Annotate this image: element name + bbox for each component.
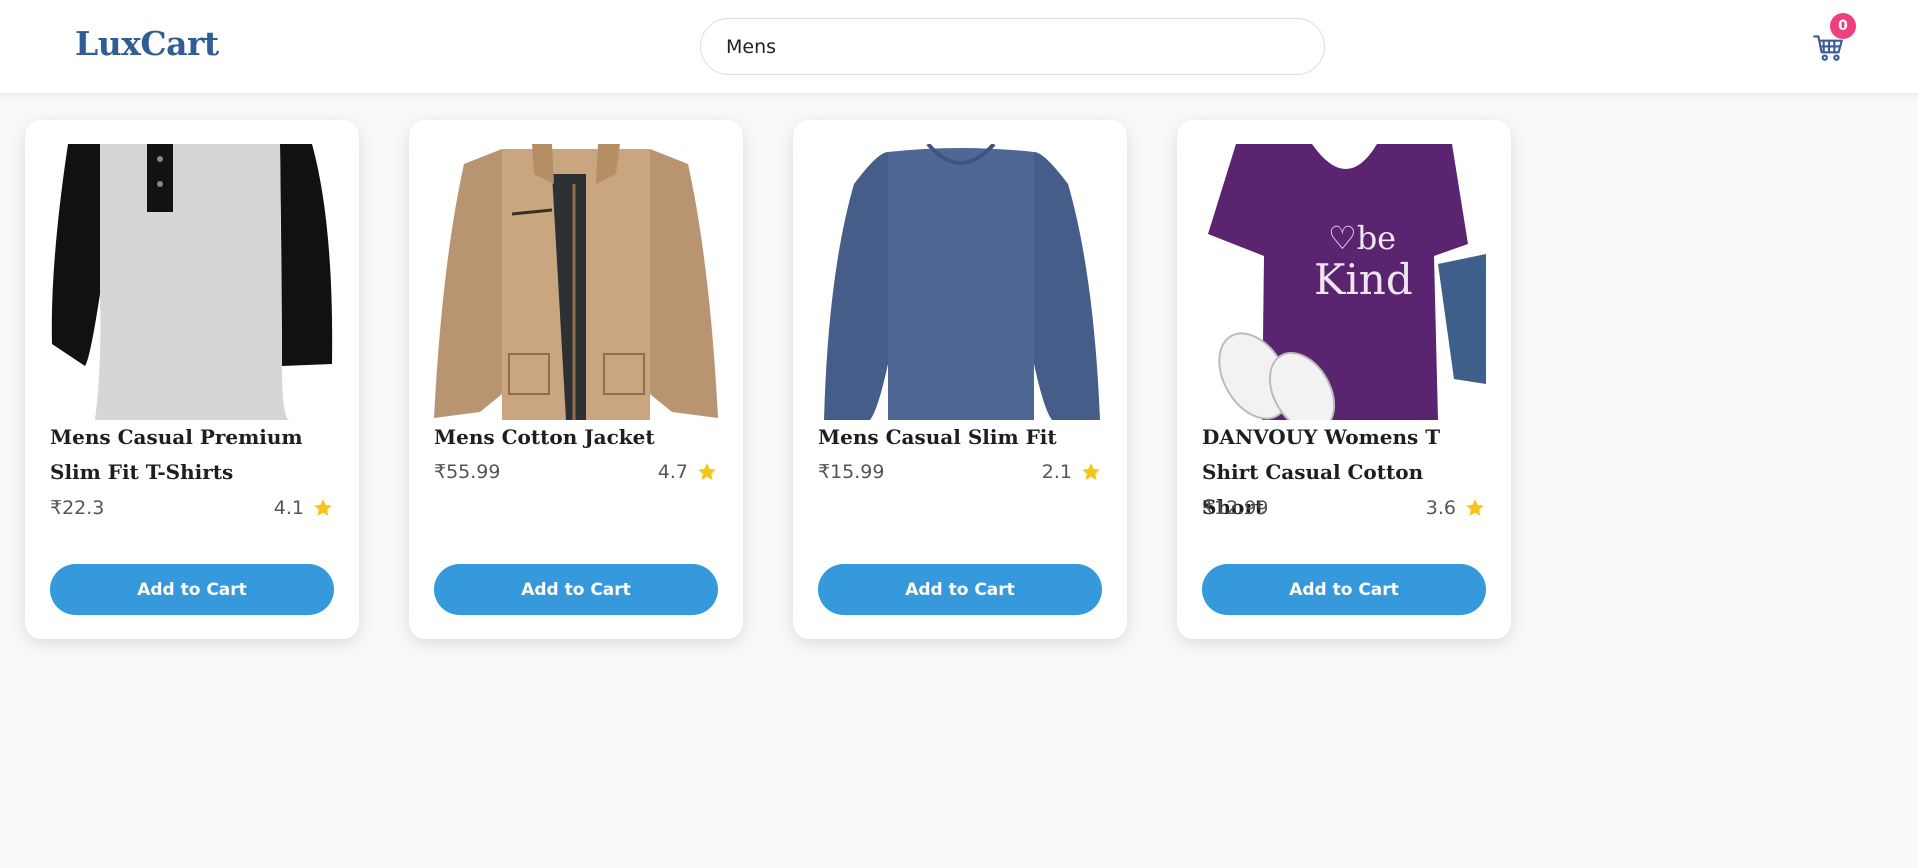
product-rating: 4.7 — [658, 461, 718, 483]
add-to-cart-button[interactable]: Add to Cart — [818, 564, 1102, 615]
product-price: ₹22.3 — [50, 497, 105, 519]
product-meta: ₹12.99 3.6 — [1202, 497, 1486, 519]
product-title[interactable]: Mens Casual Slim Fit — [818, 420, 1108, 455]
svg-text:Kind: Kind — [1314, 255, 1413, 304]
product-card[interactable]: Mens Cotton Jacket ₹55.99 4.7 Add to Car… — [409, 120, 743, 639]
product-price: ₹15.99 — [818, 461, 885, 483]
product-card[interactable]: Mens Casual Slim Fit ₹15.99 2.1 Add to C… — [793, 120, 1127, 639]
rating-value: 3.6 — [1425, 497, 1456, 519]
product-title[interactable]: Mens Cotton Jacket — [434, 420, 724, 455]
rating-value: 2.1 — [1041, 461, 1072, 483]
search-input[interactable] — [700, 18, 1325, 75]
product-grid: Mens Casual Premium Slim Fit T-Shirts ₹2… — [25, 120, 1511, 639]
star-icon — [1464, 497, 1486, 519]
product-card[interactable]: ♡be Kind DANVOUY Womens T Shirt Casual C… — [1177, 120, 1511, 639]
product-price: ₹12.99 — [1202, 497, 1269, 519]
product-rating: 4.1 — [274, 497, 334, 519]
star-icon — [696, 461, 718, 483]
product-image[interactable] — [50, 144, 334, 420]
cart-button[interactable]: 0 — [1812, 13, 1856, 64]
add-to-cart-button[interactable]: Add to Cart — [1202, 564, 1486, 615]
product-meta: ₹22.3 4.1 — [50, 497, 334, 519]
svg-text:♡be: ♡be — [1328, 219, 1396, 257]
product-image[interactable]: ♡be Kind — [1202, 144, 1486, 420]
rating-value: 4.7 — [657, 461, 688, 483]
product-price: ₹55.99 — [434, 461, 501, 483]
rating-value: 4.1 — [273, 497, 304, 519]
product-image[interactable] — [818, 144, 1102, 420]
cart-count-badge: 0 — [1830, 13, 1856, 39]
add-to-cart-button[interactable]: Add to Cart — [50, 564, 334, 615]
star-icon — [1080, 461, 1102, 483]
star-icon — [312, 497, 334, 519]
product-title[interactable]: Mens Casual Premium Slim Fit T-Shirts — [50, 420, 340, 490]
product-meta: ₹15.99 2.1 — [818, 461, 1102, 483]
logo[interactable]: LuxCart — [75, 24, 219, 63]
product-image[interactable] — [434, 144, 718, 420]
product-rating: 3.6 — [1426, 497, 1486, 519]
header: LuxCart 0 — [0, 0, 1918, 93]
add-to-cart-button[interactable]: Add to Cart — [434, 564, 718, 615]
product-rating: 2.1 — [1042, 461, 1102, 483]
product-card[interactable]: Mens Casual Premium Slim Fit T-Shirts ₹2… — [25, 120, 359, 639]
product-meta: ₹55.99 4.7 — [434, 461, 718, 483]
